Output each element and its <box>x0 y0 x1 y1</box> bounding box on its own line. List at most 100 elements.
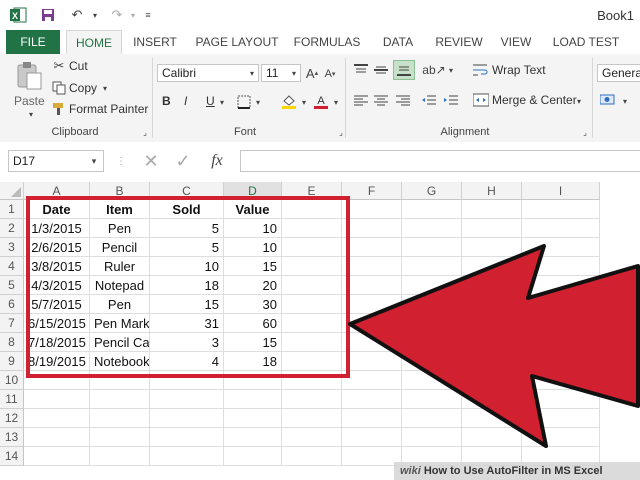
clipboard-launcher-icon[interactable]: ⌟ <box>140 126 150 138</box>
cell-c14[interactable] <box>150 447 224 466</box>
cell-d11[interactable] <box>224 390 282 409</box>
redo-icon[interactable]: ↷ <box>106 6 128 24</box>
cut-icon[interactable]: ✂ <box>52 58 66 73</box>
fill-color-dropdown-icon[interactable]: ▾ <box>299 96 309 108</box>
name-box-dropdown-icon[interactable]: ▾ <box>88 154 100 168</box>
cell-a14[interactable] <box>24 447 90 466</box>
copy-icon[interactable] <box>52 81 66 95</box>
tab-data[interactable]: DATA <box>372 30 424 54</box>
cell-e14[interactable] <box>282 447 342 466</box>
cell-b13[interactable] <box>90 428 150 447</box>
tab-review[interactable]: REVIEW <box>430 30 488 54</box>
cell-d14[interactable] <box>224 447 282 466</box>
row-header-10[interactable]: 10 <box>0 371 24 390</box>
underline-dropdown-icon[interactable]: ▾ <box>217 96 227 108</box>
redo-dropdown-icon[interactable]: ▾ <box>128 6 138 24</box>
undo-icon[interactable]: ↶ <box>66 6 88 24</box>
tab-file[interactable]: FILE <box>6 30 60 54</box>
row-header-6[interactable]: 6 <box>0 295 24 314</box>
formula-bar-grip-icon[interactable]: ⋮ <box>116 152 126 170</box>
cell-d12[interactable] <box>224 409 282 428</box>
row-header-11[interactable]: 11 <box>0 390 24 409</box>
cell-c13[interactable] <box>150 428 224 447</box>
cell-a11[interactable] <box>24 390 90 409</box>
cell-c12[interactable] <box>150 409 224 428</box>
borders-dropdown-icon[interactable]: ▾ <box>253 96 263 108</box>
insert-function-icon[interactable]: fx <box>204 151 230 171</box>
row-header-7[interactable]: 7 <box>0 314 24 333</box>
cell-b11[interactable] <box>90 390 150 409</box>
cell-b14[interactable] <box>90 447 150 466</box>
tab-formulas[interactable]: FORMULAS <box>290 30 364 54</box>
wrap-text-icon[interactable] <box>472 62 490 78</box>
cell-f1[interactable] <box>342 200 402 219</box>
font-name-dropdown[interactable]: Calibri <box>157 64 259 82</box>
align-left-icon[interactable] <box>352 92 370 108</box>
cell-d13[interactable] <box>224 428 282 447</box>
alignment-launcher-icon[interactable]: ⌟ <box>580 126 590 138</box>
align-top-icon[interactable] <box>352 62 370 78</box>
cell-b12[interactable] <box>90 409 150 428</box>
accounting-dropdown-icon[interactable]: ▾ <box>620 95 630 107</box>
fill-color-icon[interactable] <box>280 92 298 110</box>
merge-center-dropdown-icon[interactable]: ▾ <box>574 95 584 107</box>
cell-c11[interactable] <box>150 390 224 409</box>
paste-dropdown-icon[interactable]: ▾ <box>26 109 36 119</box>
row-header-14[interactable]: 14 <box>0 447 24 466</box>
cell-a13[interactable] <box>24 428 90 447</box>
column-header-f[interactable]: F <box>342 182 402 200</box>
orientation-dropdown-icon[interactable]: ▾ <box>446 64 456 76</box>
borders-icon[interactable] <box>236 94 252 110</box>
format-painter-icon[interactable] <box>52 102 66 116</box>
tab-page-layout[interactable]: PAGE LAYOUT <box>190 30 284 54</box>
decrease-indent-icon[interactable] <box>420 92 438 108</box>
font-color-icon[interactable]: A <box>312 92 330 110</box>
formula-input[interactable] <box>240 150 640 172</box>
column-header-i[interactable]: I <box>522 182 600 200</box>
enter-icon[interactable]: ✓ <box>170 151 196 171</box>
tab-insert[interactable]: INSERT <box>126 30 184 54</box>
font-color-dropdown-icon[interactable]: ▾ <box>331 96 341 108</box>
cell-h1[interactable] <box>462 200 522 219</box>
italic-button[interactable]: I <box>184 94 187 108</box>
align-right-icon[interactable] <box>394 92 412 108</box>
merge-center-button[interactable]: Merge & Center <box>492 93 577 107</box>
accounting-format-icon[interactable] <box>598 92 620 108</box>
copy-dropdown-icon[interactable]: ▾ <box>100 83 110 93</box>
copy-button[interactable]: Copy <box>69 81 97 95</box>
number-format-dropdown[interactable]: General <box>597 64 640 82</box>
align-bottom-icon[interactable] <box>393 60 415 80</box>
increase-indent-icon[interactable] <box>442 92 460 108</box>
bold-button[interactable]: B <box>162 94 171 108</box>
underline-button[interactable]: U <box>206 94 215 108</box>
cut-button[interactable]: Cut <box>69 59 88 73</box>
paste-icon[interactable] <box>14 60 44 92</box>
save-icon[interactable] <box>38 6 58 24</box>
paste-label[interactable]: Paste <box>14 94 45 108</box>
tab-home[interactable]: HOME <box>66 30 122 54</box>
row-header-3[interactable]: 3 <box>0 238 24 257</box>
increase-font-icon[interactable]: A ▴ <box>305 64 319 82</box>
row-header-1[interactable]: 1 <box>0 200 24 219</box>
row-header-12[interactable]: 12 <box>0 409 24 428</box>
row-header-5[interactable]: 5 <box>0 276 24 295</box>
align-center-icon[interactable] <box>372 92 390 108</box>
format-painter-button[interactable]: Format Painter <box>69 102 148 116</box>
row-header-13[interactable]: 13 <box>0 428 24 447</box>
cancel-icon[interactable]: ✕ <box>138 151 164 171</box>
undo-dropdown-icon[interactable]: ▾ <box>90 6 100 24</box>
column-header-g[interactable]: G <box>402 182 462 200</box>
cell-e13[interactable] <box>282 428 342 447</box>
merge-center-icon[interactable] <box>472 92 490 108</box>
tab-load-test[interactable]: LOAD TEST <box>546 30 626 54</box>
row-header-4[interactable]: 4 <box>0 257 24 276</box>
decrease-font-icon[interactable]: A ▾ <box>323 66 337 82</box>
row-header-2[interactable]: 2 <box>0 219 24 238</box>
cell-e11[interactable] <box>282 390 342 409</box>
font-name-chevron-icon[interactable]: ▾ <box>247 66 257 80</box>
wrap-text-button[interactable]: Wrap Text <box>492 63 546 77</box>
align-middle-icon[interactable] <box>372 62 390 78</box>
cell-i1[interactable] <box>522 200 600 219</box>
cell-e12[interactable] <box>282 409 342 428</box>
select-all-corner[interactable] <box>0 182 24 200</box>
